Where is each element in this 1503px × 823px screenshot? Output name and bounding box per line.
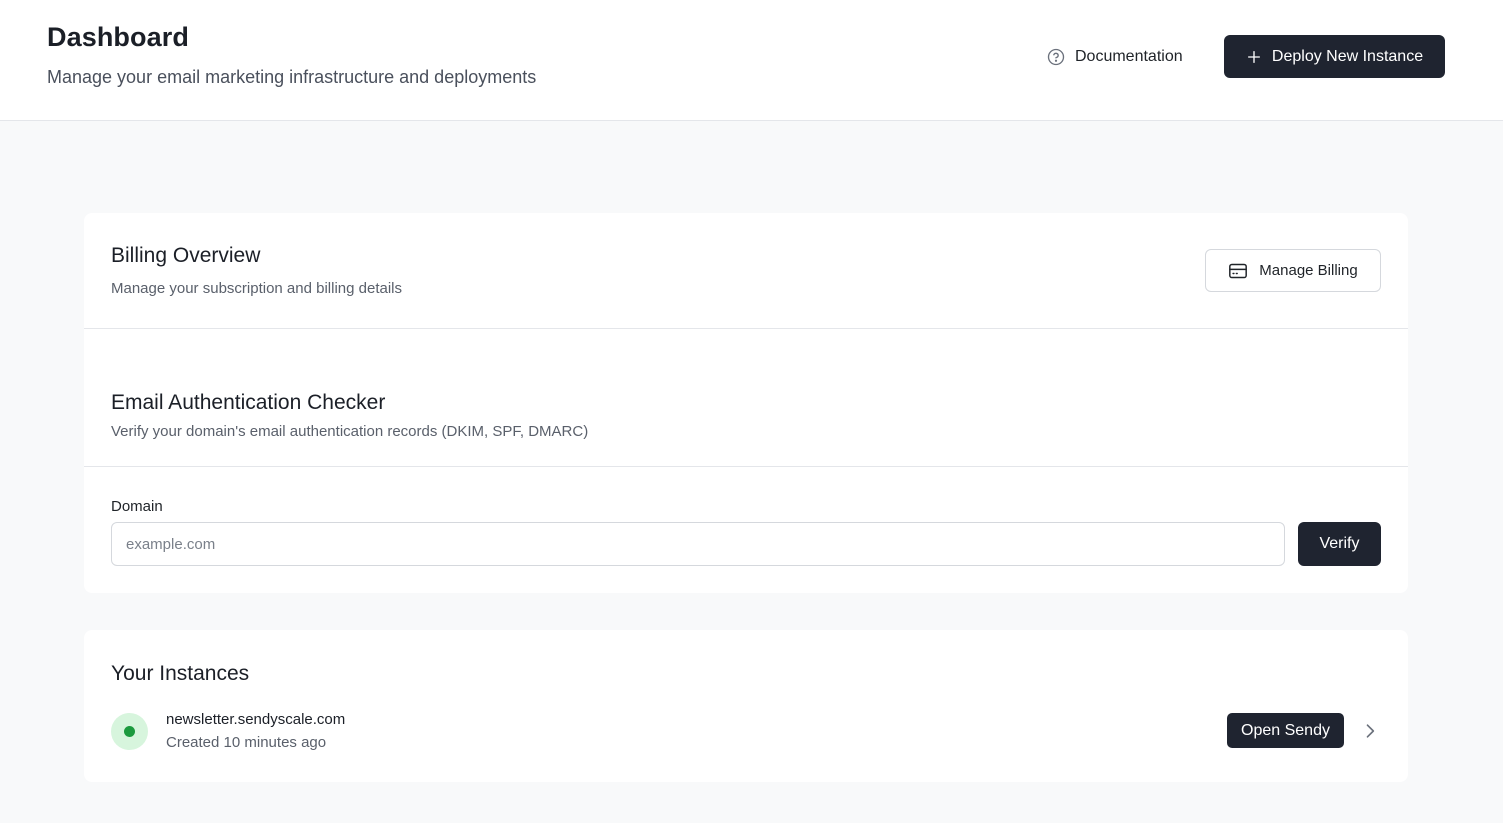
billing-overview-card: Billing Overview Manage your subscriptio… <box>84 213 1408 368</box>
billing-title: Billing Overview <box>111 244 261 267</box>
auth-checker-description: Verify your domain's email authenticatio… <box>111 423 589 440</box>
chevron-right-icon[interactable] <box>1360 721 1380 741</box>
status-dot-icon <box>124 726 135 737</box>
instances-title: Your Instances <box>111 662 250 685</box>
plus-icon <box>1247 50 1260 63</box>
deploy-new-instance-button[interactable]: Deploy New Instance <box>1224 35 1445 78</box>
page-header: Dashboard Manage your email marketing in… <box>0 0 1503 121</box>
billing-description: Manage your subscription and billing det… <box>111 280 403 297</box>
domain-input[interactable] <box>111 522 1285 566</box>
deploy-button-label: Deploy New Instance <box>1271 47 1424 65</box>
open-sendy-button[interactable]: Open Sendy <box>1227 713 1344 748</box>
manage-billing-label: Manage Billing <box>1259 262 1358 279</box>
your-instances-card: Your Instances newsletter.sendyscale.com… <box>84 630 1408 782</box>
domain-label: Domain <box>111 498 163 515</box>
auth-checker-divider <box>84 466 1408 467</box>
auth-checker-title: Email Authentication Checker <box>111 391 386 414</box>
instance-name: newsletter.sendyscale.com <box>166 711 346 728</box>
verify-button[interactable]: Verify <box>1298 522 1381 566</box>
status-indicator <box>111 713 148 750</box>
manage-billing-button[interactable]: Manage Billing <box>1205 249 1381 292</box>
instance-created: Created 10 minutes ago <box>166 734 327 751</box>
email-auth-checker-card: Email Authentication Checker Verify your… <box>84 367 1408 593</box>
credit-card-icon <box>1229 263 1248 278</box>
documentation-link[interactable]: Documentation <box>1047 45 1183 69</box>
help-circle-icon <box>1047 48 1065 66</box>
page-title: Dashboard <box>47 22 189 52</box>
billing-divider <box>84 328 1408 329</box>
documentation-label: Documentation <box>1075 48 1183 65</box>
page-subtitle: Manage your email marketing infrastructu… <box>47 67 537 87</box>
